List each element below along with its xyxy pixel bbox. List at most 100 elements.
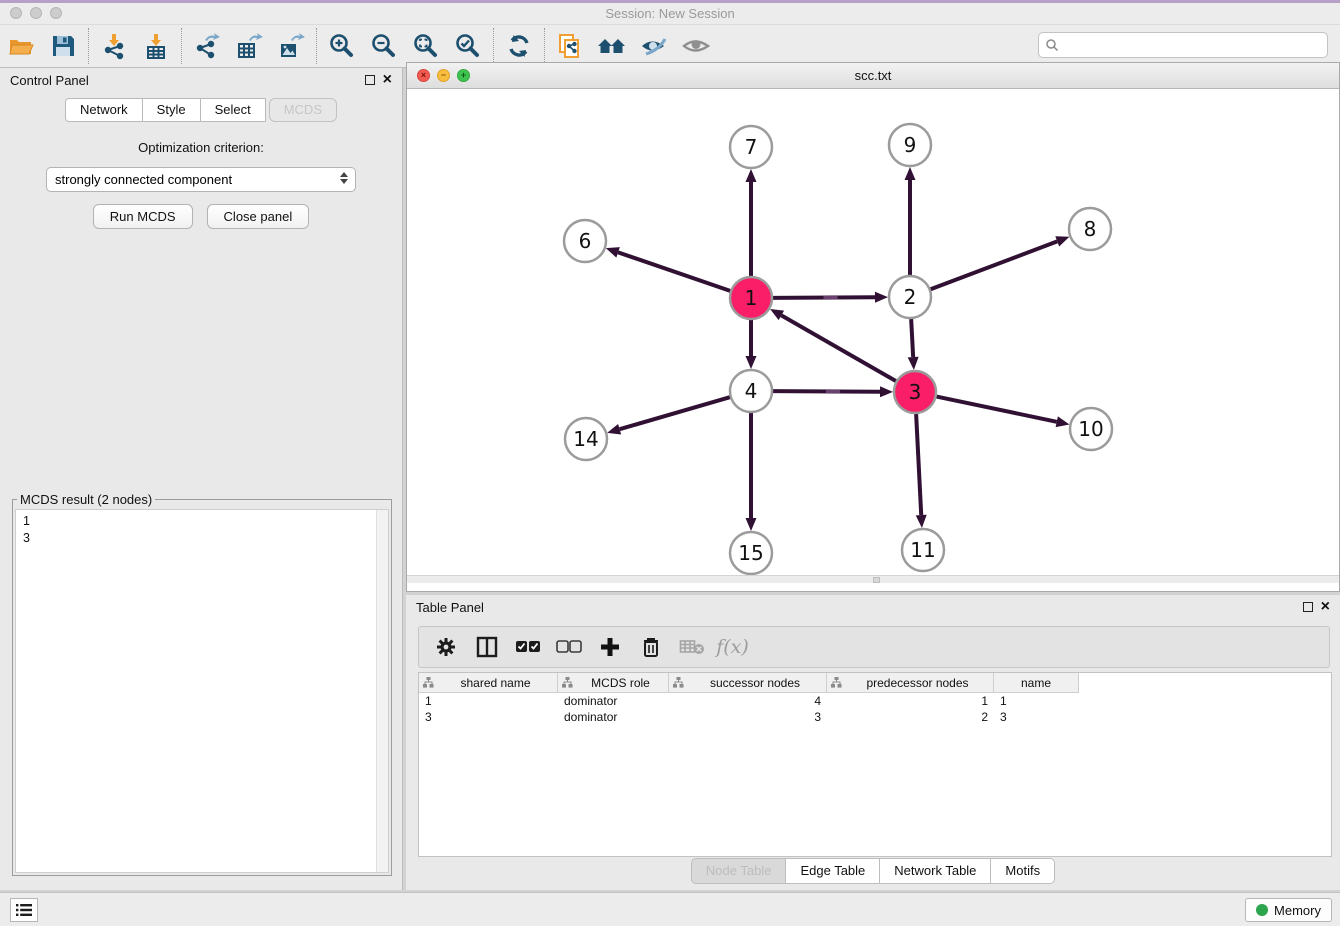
import-table-button[interactable] xyxy=(135,27,177,65)
import-network-button[interactable] xyxy=(93,27,135,65)
cell-predecessor-nodes[interactable]: 1 xyxy=(827,693,994,709)
cell-name[interactable]: 1 xyxy=(994,693,1079,709)
table-row[interactable]: 3 dominator 3 2 3 xyxy=(419,709,1331,725)
save-icon xyxy=(50,33,76,59)
export-image-button[interactable] xyxy=(270,27,312,65)
tab-motifs[interactable]: Motifs xyxy=(991,858,1055,884)
result-scrollbar[interactable] xyxy=(376,510,388,872)
gear-icon xyxy=(435,636,457,658)
node-table[interactable]: shared name MCDS role successor nodes pr… xyxy=(418,672,1332,857)
column-header-mcds-role[interactable]: MCDS role xyxy=(558,673,669,693)
tab-style[interactable]: Style xyxy=(143,98,201,122)
edge-arrowhead xyxy=(875,292,888,303)
tab-node-table[interactable]: Node Table xyxy=(691,858,787,884)
graph-edge-3-11[interactable] xyxy=(916,414,921,515)
memory-button[interactable]: Memory xyxy=(1245,898,1332,922)
tab-network[interactable]: Network xyxy=(65,98,143,122)
close-window-button[interactable] xyxy=(10,7,22,19)
zoom-out-button[interactable] xyxy=(363,27,405,65)
graph-node-label: 11 xyxy=(910,538,935,562)
result-line: 3 xyxy=(23,530,381,547)
cell-shared-name[interactable]: 3 xyxy=(419,709,558,725)
save-session-button[interactable] xyxy=(42,27,84,65)
column-header-shared-name[interactable]: shared name xyxy=(419,673,558,693)
open-session-button[interactable] xyxy=(0,27,42,65)
network-view-window: × − + scc.txt 7968124314101511 xyxy=(406,62,1340,592)
mcds-result-list[interactable]: 1 3 xyxy=(15,509,389,873)
toolbar-separator xyxy=(316,28,317,64)
close-panel-icon[interactable]: × xyxy=(383,75,392,85)
task-history-button[interactable] xyxy=(10,898,38,922)
cell-successor-nodes[interactable]: 4 xyxy=(669,693,827,709)
network-maximize-button[interactable]: + xyxy=(457,69,470,82)
cell-mcds-role[interactable]: dominator xyxy=(558,693,669,709)
network-close-button[interactable]: × xyxy=(417,69,430,82)
float-panel-icon[interactable] xyxy=(1303,602,1313,612)
graph-node-label: 10 xyxy=(1078,417,1103,441)
duplicate-network-view-button[interactable] xyxy=(549,27,591,65)
network-graph[interactable]: 7968124314101511 xyxy=(407,89,1339,583)
cell-predecessor-nodes[interactable]: 2 xyxy=(827,709,994,725)
network-canvas[interactable]: 7968124314101511 xyxy=(407,89,1339,583)
close-panel-button[interactable]: Close panel xyxy=(207,204,310,229)
show-column-panel-button[interactable] xyxy=(468,630,505,664)
export-network-button[interactable] xyxy=(186,27,228,65)
add-column-button[interactable] xyxy=(591,630,628,664)
delete-column-button[interactable] xyxy=(632,630,669,664)
cell-name[interactable]: 3 xyxy=(994,709,1079,725)
split-columns-icon xyxy=(475,635,499,659)
refresh-button[interactable] xyxy=(498,27,540,65)
window-controls[interactable] xyxy=(10,7,62,19)
maximize-window-button[interactable] xyxy=(50,7,62,19)
float-panel-icon[interactable] xyxy=(365,75,375,85)
app-title: Session: New Session xyxy=(605,6,734,21)
cell-shared-name[interactable]: 1 xyxy=(419,693,558,709)
tab-select[interactable]: Select xyxy=(201,98,266,122)
edge-arrowhead xyxy=(606,247,620,257)
toolbar-separator xyxy=(493,28,494,64)
show-all-button[interactable] xyxy=(675,27,717,65)
tab-network-table[interactable]: Network Table xyxy=(880,858,991,884)
graph-edge-3-1[interactable] xyxy=(781,315,896,381)
export-table-button[interactable] xyxy=(228,27,270,65)
minimize-window-button[interactable] xyxy=(30,7,42,19)
graph-edge-2-8[interactable] xyxy=(931,241,1058,289)
function-builder-button[interactable]: f(x) xyxy=(714,630,751,664)
tab-edge-table[interactable]: Edge Table xyxy=(786,858,880,884)
graph-edge-1-6[interactable] xyxy=(618,252,730,290)
cell-successor-nodes[interactable]: 3 xyxy=(669,709,827,725)
table-row[interactable]: 1 dominator 4 1 1 xyxy=(419,693,1331,709)
list-icon xyxy=(16,903,32,917)
network-window-titlebar[interactable]: × − + scc.txt xyxy=(407,63,1339,89)
column-header-successor-nodes[interactable]: successor nodes xyxy=(669,673,827,693)
graph-node-label: 3 xyxy=(909,380,922,404)
zoom-selected-button[interactable] xyxy=(447,27,489,65)
edge-arrowhead xyxy=(746,356,757,369)
tab-mcds[interactable]: MCDS xyxy=(269,98,337,122)
edge-arrowhead xyxy=(1055,236,1069,246)
zoom-fit-button[interactable] xyxy=(405,27,447,65)
run-mcds-button[interactable]: Run MCDS xyxy=(93,204,193,229)
cell-mcds-role[interactable]: dominator xyxy=(558,709,669,725)
network-minimize-button[interactable]: − xyxy=(437,69,450,82)
column-header-predecessor-nodes[interactable]: predecessor nodes xyxy=(827,673,994,693)
criterion-select[interactable]: strongly connected component xyxy=(46,167,356,192)
select-all-button[interactable] xyxy=(509,630,546,664)
table-settings-button[interactable] xyxy=(427,630,464,664)
graph-edge-4-14[interactable] xyxy=(620,397,730,429)
delete-table-button[interactable] xyxy=(673,630,710,664)
zoom-in-button[interactable] xyxy=(321,27,363,65)
search-icon xyxy=(1045,38,1059,52)
search-field[interactable] xyxy=(1038,32,1328,58)
home-button[interactable] xyxy=(591,27,633,65)
refresh-icon xyxy=(505,32,533,60)
hide-selected-button[interactable] xyxy=(633,27,675,65)
graph-edge-3-10[interactable] xyxy=(937,397,1057,422)
close-panel-icon[interactable]: × xyxy=(1321,602,1330,612)
graph-edge-2-3[interactable] xyxy=(911,319,913,357)
search-input[interactable] xyxy=(1059,38,1327,53)
deselect-all-button[interactable] xyxy=(550,630,587,664)
resize-grip[interactable] xyxy=(873,577,880,583)
edge-label-mark xyxy=(823,296,837,299)
column-header-name[interactable]: name xyxy=(994,673,1079,693)
